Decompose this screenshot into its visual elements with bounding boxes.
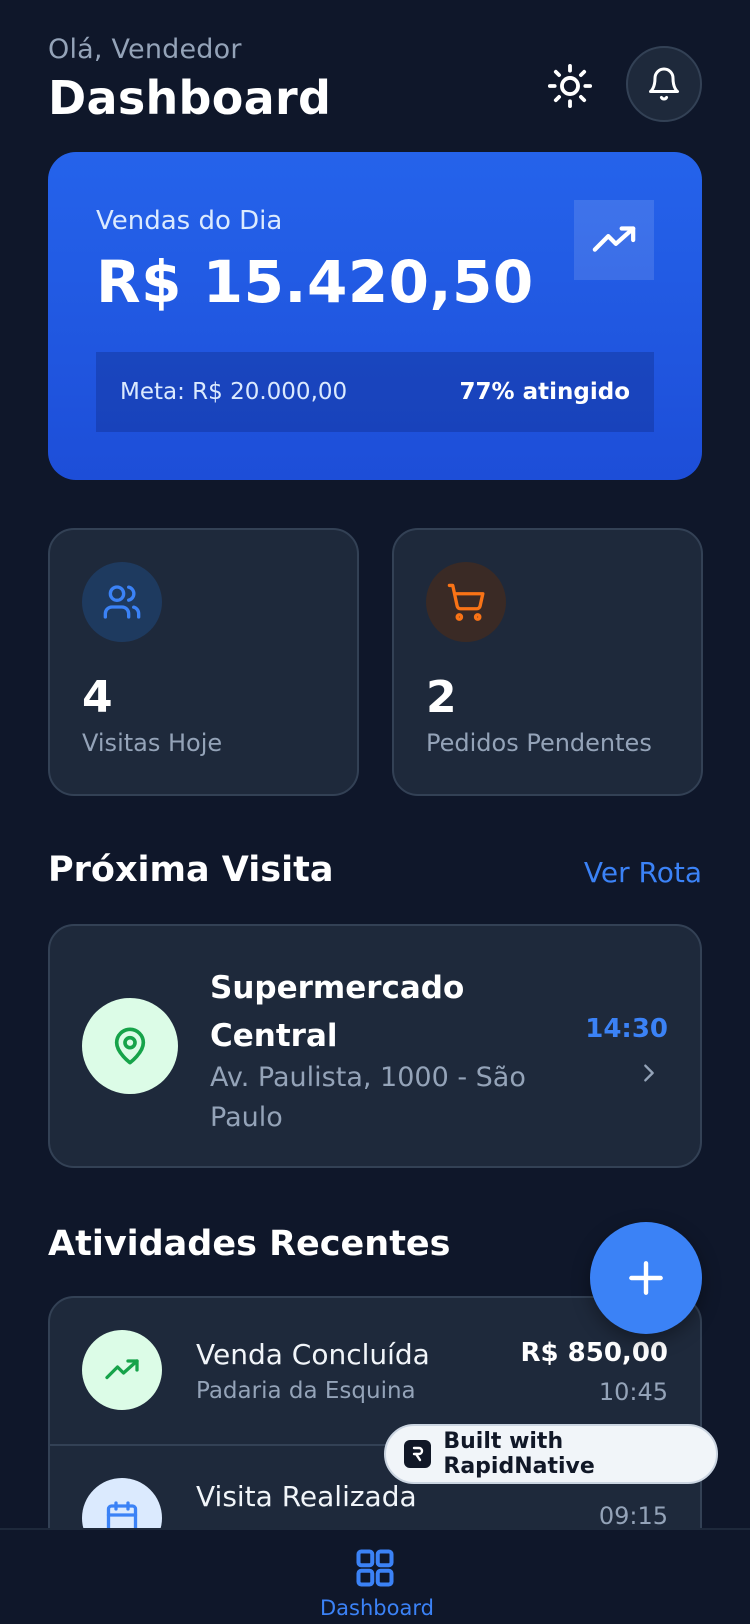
visit-client-name: Supermercado Central: [210, 970, 465, 1054]
activity-amount: R$ 850,00: [520, 1338, 669, 1368]
recent-activities-title: Atividades Recentes: [48, 1224, 451, 1264]
list-item[interactable]: Venda Concluída Padaria da Esquina R$ 85…: [50, 1298, 700, 1444]
page-title: Dashboard: [48, 71, 332, 125]
trending-up-icon: [105, 1359, 139, 1380]
header: Olá, Vendedor Dashboard: [48, 34, 702, 134]
visit-address: Av. Paulista, 1000 - São Paulo: [210, 1062, 526, 1133]
activity-subtitle: Padaria da Esquina: [196, 1378, 416, 1404]
sun-icon: [547, 63, 593, 109]
bell-icon: [649, 67, 679, 101]
activity-time: 10:45: [598, 1378, 668, 1406]
activity-title: Venda Concluída: [196, 1338, 430, 1371]
greeting: Olá, Vendedor: [48, 34, 242, 65]
stat-card-visits[interactable]: 4 Visitas Hoje: [48, 528, 359, 796]
stat-label: Visitas Hoje: [82, 729, 223, 757]
plus-icon: [629, 1261, 663, 1295]
goal-text: Meta: R$ 20.000,00: [120, 379, 348, 405]
stat-value: 2: [426, 672, 457, 723]
tab-dashboard[interactable]: Dashboard: [320, 1546, 434, 1620]
stat-value: 4: [82, 672, 113, 723]
grid-icon: [356, 1549, 394, 1587]
activity-time: 09:15: [598, 1502, 668, 1530]
visit-icon: [82, 998, 178, 1094]
chevron-right-icon: [644, 1064, 654, 1082]
add-button[interactable]: [590, 1222, 702, 1334]
activity-title: Visita Realizada: [196, 1480, 417, 1513]
next-visit-card[interactable]: Supermercado Central Av. Paulista, 1000 …: [48, 924, 702, 1168]
map-pin-icon: [114, 1027, 146, 1065]
see-route-link[interactable]: Ver Rota: [584, 856, 702, 889]
goal-bar: Meta: R$ 20.000,00 77% atingido: [96, 352, 654, 432]
notifications-button[interactable]: [626, 46, 702, 122]
stat-icon-visits: [82, 562, 162, 642]
badge-text: Built with RapidNative: [443, 1429, 595, 1479]
rapidnative-logo-icon: [404, 1440, 432, 1468]
theme-toggle-button[interactable]: [540, 56, 600, 116]
activity-icon: [82, 1330, 162, 1410]
sales-label: Vendas do Dia: [96, 206, 283, 236]
sales-value: R$ 15.420,50: [96, 248, 534, 316]
trend-badge: [574, 200, 654, 280]
visit-time: 14:30: [585, 1014, 668, 1044]
stat-label: Pedidos Pendentes: [426, 729, 652, 757]
next-visit-title: Próxima Visita: [48, 850, 334, 890]
cart-icon: [447, 583, 485, 621]
users-icon: [103, 585, 141, 619]
daily-sales-card[interactable]: Vendas do Dia R$ 15.420,50 Meta: R$ 20.0…: [48, 152, 702, 480]
goal-progress: 77% atingido: [459, 379, 630, 405]
tab-label: Dashboard: [320, 1596, 434, 1620]
bottom-tab-bar: Dashboard: [0, 1528, 750, 1624]
trending-up-icon: [592, 226, 636, 252]
stat-icon-orders: [426, 562, 506, 642]
built-with-badge[interactable]: Built with RapidNative: [384, 1424, 718, 1484]
stat-card-orders[interactable]: 2 Pedidos Pendentes: [392, 528, 703, 796]
